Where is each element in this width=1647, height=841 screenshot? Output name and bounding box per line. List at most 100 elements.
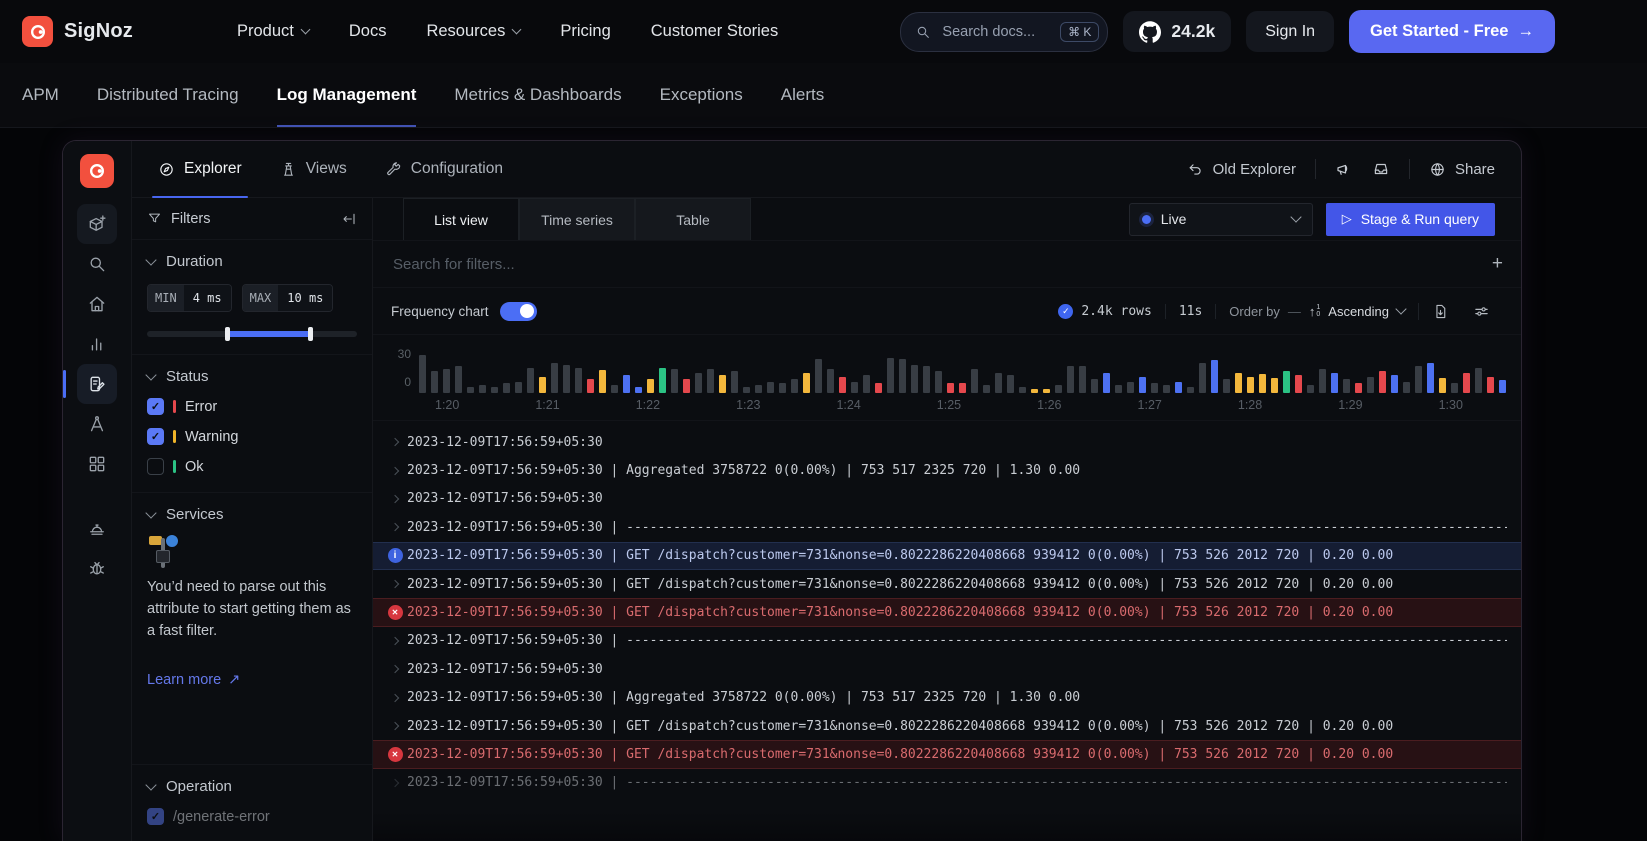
operation-section-header[interactable]: Operation [147, 778, 357, 795]
log-row[interactable]: ✕2023-12-09T17:56:59+05:30 | GET /dispat… [373, 598, 1521, 626]
chart-bar [803, 373, 810, 393]
export-icon[interactable] [1432, 303, 1449, 320]
nav-item-product[interactable]: Product [237, 22, 309, 41]
log-row[interactable]: ✕2023-12-09T17:56:59+05:30 | GET /dispat… [373, 740, 1521, 768]
chart-bar [1115, 385, 1122, 393]
nav-item-pricing[interactable]: Pricing [560, 22, 610, 41]
view-tab-time-series[interactable]: Time series [519, 198, 635, 240]
app-screenshot-panel: Explorer Views Configuration Old Explorer [62, 140, 1522, 841]
view-tab-list-view[interactable]: List view [403, 198, 519, 240]
chart-bar [575, 368, 582, 393]
chart-bar [467, 387, 474, 393]
collapse-panel-icon[interactable] [341, 211, 357, 227]
log-row[interactable]: 2023-12-09T17:56:59+05:30 | ------------… [373, 627, 1521, 655]
services-note: You’d need to parse out this attribute t… [147, 577, 357, 642]
sidebar-item-logs[interactable] [77, 364, 117, 404]
docs-search[interactable]: ⌘ K [900, 12, 1108, 52]
min-duration-input[interactable]: 4 ms [184, 285, 231, 311]
log-row[interactable]: 2023-12-09T17:56:59+05:30 | ------------… [373, 513, 1521, 541]
toolbar-icons [1418, 303, 1503, 320]
nav-item-resources[interactable]: Resources [426, 22, 520, 41]
product-tab-apm[interactable]: APM [22, 63, 59, 127]
filter-option-ok[interactable]: Ok [147, 458, 357, 475]
tab-configuration[interactable]: Configuration [385, 141, 503, 197]
sidebar-item-traces[interactable] [77, 404, 117, 444]
product-tab-alerts[interactable]: Alerts [781, 63, 824, 127]
old-explorer-button[interactable]: Old Explorer [1187, 161, 1296, 178]
filter-option-warning[interactable]: ✓Warning [147, 428, 357, 445]
megaphone-icon[interactable] [1335, 160, 1353, 178]
sign-in-button[interactable]: Sign In [1246, 11, 1334, 52]
checkbox[interactable]: ✓ [147, 428, 164, 445]
live-dropdown[interactable]: Live [1129, 203, 1313, 236]
sidebar-item-alerts[interactable] [77, 508, 117, 548]
services-section-header[interactable]: Services [147, 506, 357, 523]
sidebar-item-services[interactable] [77, 324, 117, 364]
tab-explorer[interactable]: Explorer [158, 141, 242, 197]
x-axis-label: 1:28 [1238, 398, 1262, 412]
docs-search-input[interactable] [940, 23, 1051, 41]
results-meta: ✓ 2.4k rows 11s Order by — [1045, 303, 1503, 320]
duration-section-header[interactable]: Duration [147, 253, 357, 270]
product-nav: APM Distributed Tracing Log Management Metr… [0, 63, 1647, 128]
chart-bar [1187, 387, 1194, 393]
product-tab-distributed-tracing[interactable]: Distributed Tracing [97, 63, 239, 127]
filter-option-generate-error[interactable]: ✓/generate-error [147, 808, 357, 825]
compass-icon [158, 161, 175, 178]
filter-search-input[interactable] [391, 255, 1478, 274]
inbox-icon[interactable] [1372, 160, 1390, 178]
max-duration-input[interactable]: 10 ms [278, 285, 332, 311]
log-row[interactable]: 2023-12-09T17:56:59+05:30 | GET /dispatc… [373, 570, 1521, 598]
slider-handle-max[interactable] [308, 327, 313, 341]
get-started-button[interactable]: Get Started - Free → [1349, 10, 1555, 53]
sidebar-item-dashboards[interactable] [77, 444, 117, 484]
log-row[interactable]: 2023-12-09T17:56:59+05:30 | ------------… [373, 769, 1521, 797]
learn-more-link[interactable]: Learn more ↗ [147, 672, 357, 688]
checkbox[interactable]: ✓ [147, 808, 164, 825]
log-row[interactable]: 2023-12-09T17:56:59+05:30 [373, 428, 1521, 456]
options-sliders-icon[interactable] [1473, 303, 1490, 320]
y-axis-label-30: 30 [385, 347, 411, 361]
status-section-header[interactable]: Status [147, 368, 357, 385]
x-axis-label: 1:21 [535, 398, 559, 412]
log-row[interactable]: 2023-12-09T17:56:59+05:30 | GET /dispatc… [373, 712, 1521, 740]
checkbox[interactable]: ✓ [147, 398, 164, 415]
tab-views[interactable]: Views [280, 141, 347, 197]
log-row[interactable]: i2023-12-09T17:56:59+05:30 | GET /dispat… [373, 542, 1521, 570]
nav-item-docs[interactable]: Docs [349, 22, 387, 41]
nav-item-customer-stories[interactable]: Customer Stories [651, 22, 778, 41]
duration-range-slider[interactable] [147, 331, 357, 337]
chart-bar [1043, 389, 1050, 393]
stage-run-query-button[interactable]: ▷ Stage & Run query [1326, 203, 1495, 236]
share-button[interactable]: Share [1429, 161, 1495, 178]
chart-bar [947, 383, 954, 393]
expand-chevron-icon [383, 723, 407, 729]
filter-option-error[interactable]: ✓Error [147, 398, 357, 415]
log-row[interactable]: 2023-12-09T17:56:59+05:30 [373, 655, 1521, 683]
sidebar-item-search[interactable] [77, 244, 117, 284]
order-by-control[interactable]: Order by — ↑ 10 Ascending [1215, 304, 1418, 319]
sidebar-item-home[interactable] [77, 284, 117, 324]
sidebar-item-exceptions[interactable] [77, 548, 117, 588]
github-stars-button[interactable]: 24.2k [1123, 11, 1231, 52]
add-filter-icon[interactable]: + [1478, 253, 1503, 275]
slider-handle-min[interactable] [225, 327, 230, 341]
sidebar-item-onboarding[interactable] [77, 204, 117, 244]
tower-icon [280, 161, 297, 178]
sort-digits: 10 [1316, 304, 1320, 319]
product-tab-metrics-dashboards[interactable]: Metrics & Dashboards [454, 63, 621, 127]
frequency-chart-toggle[interactable] [500, 302, 537, 321]
product-tab-log-management[interactable]: Log Management [277, 63, 417, 127]
log-text: 2023-12-09T17:56:59+05:30 | ------------… [407, 520, 1507, 535]
product-tab-exceptions[interactable]: Exceptions [660, 63, 743, 127]
brand[interactable]: SigNoz [22, 16, 133, 47]
chart-bar [1367, 377, 1374, 393]
log-row[interactable]: 2023-12-09T17:56:59+05:30 [373, 485, 1521, 513]
log-row[interactable]: 2023-12-09T17:56:59+05:30 | Aggregated 3… [373, 456, 1521, 484]
chart-bar [479, 385, 486, 393]
view-tab-table[interactable]: Table [635, 198, 751, 240]
error-icon: ✕ [383, 747, 407, 762]
app-sidebar [63, 141, 132, 841]
checkbox[interactable] [147, 458, 164, 475]
log-row[interactable]: 2023-12-09T17:56:59+05:30 | Aggregated 3… [373, 684, 1521, 712]
